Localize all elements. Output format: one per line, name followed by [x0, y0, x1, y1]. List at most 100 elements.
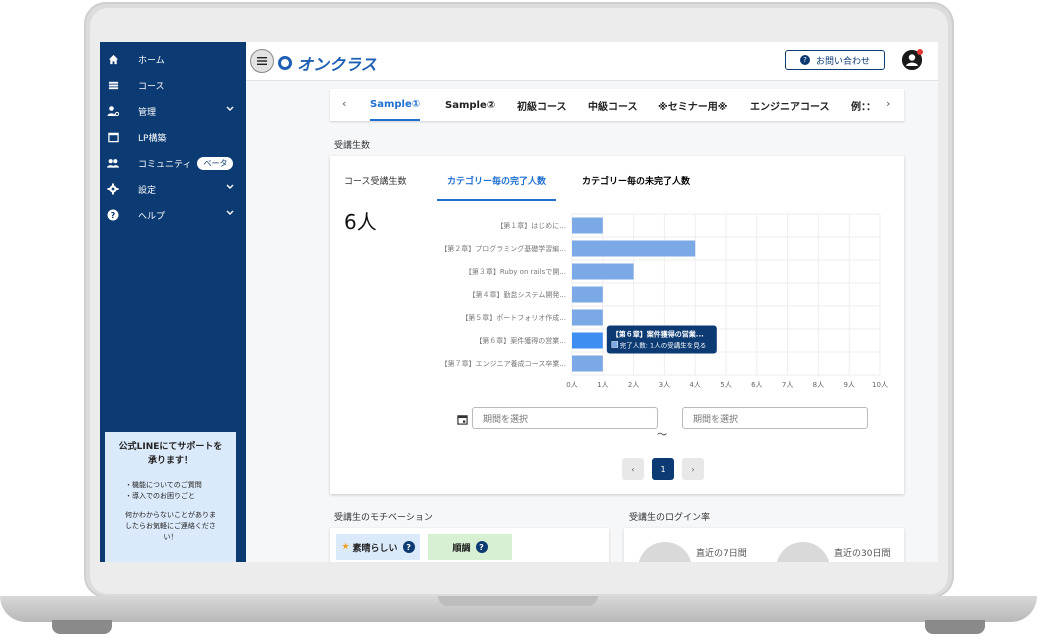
help-icon: ? [106, 208, 120, 222]
line-support-banner[interactable]: 公式LINEにてサポートを 承ります！ ・機能についてのご質問 ・導入でのお困り… [105, 432, 236, 562]
section-title-motivation: 受講生のモチベーション [334, 513, 433, 523]
bar[interactable] [572, 217, 603, 234]
chevron-down-icon[interactable] [226, 209, 234, 219]
window-icon [106, 130, 120, 144]
motivation-chip-good[interactable]: 順調 ? [428, 534, 512, 560]
category-label: 【第５章】ポートフォリオ作成... [461, 313, 566, 322]
tab-incomplete[interactable]: カテゴリー毎の未完了人数 [582, 174, 690, 201]
tab-sample2[interactable]: Sample② [445, 89, 495, 121]
tab-beginner[interactable]: 初級コース [517, 89, 567, 121]
sidebar-item-help[interactable]: ? ヘルプ [100, 202, 246, 228]
support-note: 何かわからないことがありま したらお気軽にご連絡くださ い！ [125, 511, 216, 541]
sidebar-item-manage[interactable]: 管理 [100, 98, 246, 124]
sidebar-item-community[interactable]: コミュニティ ベータ [100, 150, 246, 176]
notification-dot [917, 49, 923, 55]
tab-sample1[interactable]: Sample① [370, 89, 421, 121]
bar[interactable] [572, 309, 603, 326]
support-bullet: ・機能についてのご質問 [125, 481, 202, 489]
laptop-notch [438, 596, 598, 606]
logo-mark-icon [278, 56, 292, 70]
pagination-page-1[interactable]: 1 [652, 458, 674, 480]
svg-text:?: ? [111, 211, 116, 220]
laptop-foot-right [925, 620, 985, 634]
calendar-icon[interactable] [457, 414, 468, 428]
bar[interactable] [572, 240, 696, 257]
period-end-input[interactable]: 期間を選択 [682, 407, 868, 429]
group-icon [106, 156, 120, 170]
tab-engineer[interactable]: エンジニアコース [750, 89, 830, 121]
motivation-chip-excellent[interactable]: ★ 素晴らしい ? [336, 534, 420, 560]
support-bullet: ・導入でのお困りごと [125, 492, 195, 500]
bar[interactable] [572, 332, 603, 349]
support-title: 公式LINEにてサポートを 承ります！ [118, 442, 223, 466]
tooltip-swatch [611, 341, 619, 348]
chevron-right-icon[interactable]: › [886, 97, 890, 110]
pagination-next-button[interactable]: › [682, 458, 704, 480]
gear-icon [106, 182, 120, 196]
login-rate-7days-ring [638, 542, 692, 562]
section-title-students: 受講生数 [334, 141, 371, 151]
avatar[interactable] [902, 49, 923, 70]
sidebar-item-home[interactable]: ホーム [100, 46, 246, 72]
login-period-7days: 直近の7日間 [696, 549, 747, 559]
motivation-card: ★ 素晴らしい ? 順調 ? [330, 528, 609, 562]
period-start-input[interactable]: 期間を選択 [472, 407, 658, 429]
contact-label: お問い合わせ [815, 56, 870, 67]
x-tick-label: 5人 [720, 381, 731, 389]
tooltip-body: 完了人数: 1人の受講生を見る [620, 341, 706, 350]
chevron-down-icon[interactable] [226, 105, 234, 115]
x-tick-label: 1人 [597, 381, 608, 389]
card-label: コース受講生数 [344, 177, 407, 187]
x-tick-label: 3人 [659, 381, 670, 389]
login-rate-card: 直近の7日間 直近の30日間 [624, 528, 904, 562]
sidebar-item-course[interactable]: コース [100, 72, 246, 98]
x-tick-label: 0人 [566, 381, 577, 389]
sidebar-item-label: 管理 [138, 107, 157, 118]
x-tick-label: 7人 [782, 381, 793, 389]
login-period-30days: 直近の30日間 [834, 549, 891, 559]
x-tick-label: 4人 [689, 381, 700, 389]
category-label: 【第２章】プログラミング基礎学習編... [440, 244, 566, 253]
logo-text: オンクラス [297, 55, 377, 74]
sidebar-item-label: ホーム [138, 55, 165, 66]
question-icon: ? [799, 55, 810, 65]
x-tick-label: 6人 [751, 381, 762, 389]
tab-example[interactable]: 例：： [851, 89, 876, 121]
app-screen: ホーム コース 管理 LP構築 コミュニティ ベータ 設定 ? ヘルプ 公式LI… [100, 42, 938, 562]
bar[interactable] [572, 263, 634, 280]
laptop-foot-left [52, 620, 112, 634]
list-icon [106, 78, 120, 92]
category-label: 【第３章】Ruby on railsで開... [465, 267, 566, 276]
login-rate-30days-ring [776, 542, 830, 562]
question-icon[interactable]: ? [475, 541, 488, 553]
category-label: 【第４章】勤怠システム開発... [469, 290, 566, 299]
bar[interactable] [572, 355, 603, 372]
tab-seminar[interactable]: ※セミナー用※ [658, 89, 727, 121]
chip-label: 素晴らしい [352, 543, 398, 554]
home-icon [106, 52, 120, 66]
chip-label: 順調 [452, 543, 471, 554]
sidebar-item-label: ヘルプ [138, 211, 166, 222]
chevron-down-icon[interactable] [226, 183, 234, 193]
pagination-prev-button[interactable]: ‹ [622, 458, 644, 480]
contact-button[interactable]: ? お問い合わせ [785, 50, 885, 70]
sidebar-item-label: コミュニティ [138, 159, 192, 170]
sidebar-item-settings[interactable]: 設定 [100, 176, 246, 202]
x-tick-label: 2人 [628, 381, 639, 389]
star-icon: ★ [341, 542, 350, 552]
section-title-login-rate: 受講生のログイン率 [629, 513, 711, 523]
chevron-left-icon[interactable]: ‹ [342, 97, 346, 110]
user-gear-icon [106, 104, 120, 118]
sidebar-item-label: 設定 [138, 185, 157, 196]
brand-logo[interactable]: オンクラス [278, 51, 377, 75]
students-card: コース受講生数 6人 カテゴリー毎の完了人数 カテゴリー毎の未完了人数 0人 1人… [330, 156, 904, 494]
sidebar: ホーム コース 管理 LP構築 コミュニティ ベータ 設定 ? ヘルプ 公式LI… [100, 42, 246, 562]
menu-toggle-button[interactable] [250, 49, 274, 73]
bar[interactable] [572, 286, 603, 303]
sidebar-item-label: コース [138, 81, 165, 92]
question-icon[interactable]: ? [402, 541, 415, 553]
tab-intermediate[interactable]: 中級コース [588, 89, 638, 121]
tab-completed[interactable]: カテゴリー毎の完了人数 [437, 174, 557, 201]
sidebar-item-lp[interactable]: LP構築 [100, 124, 246, 150]
hamburger-icon [257, 57, 267, 65]
